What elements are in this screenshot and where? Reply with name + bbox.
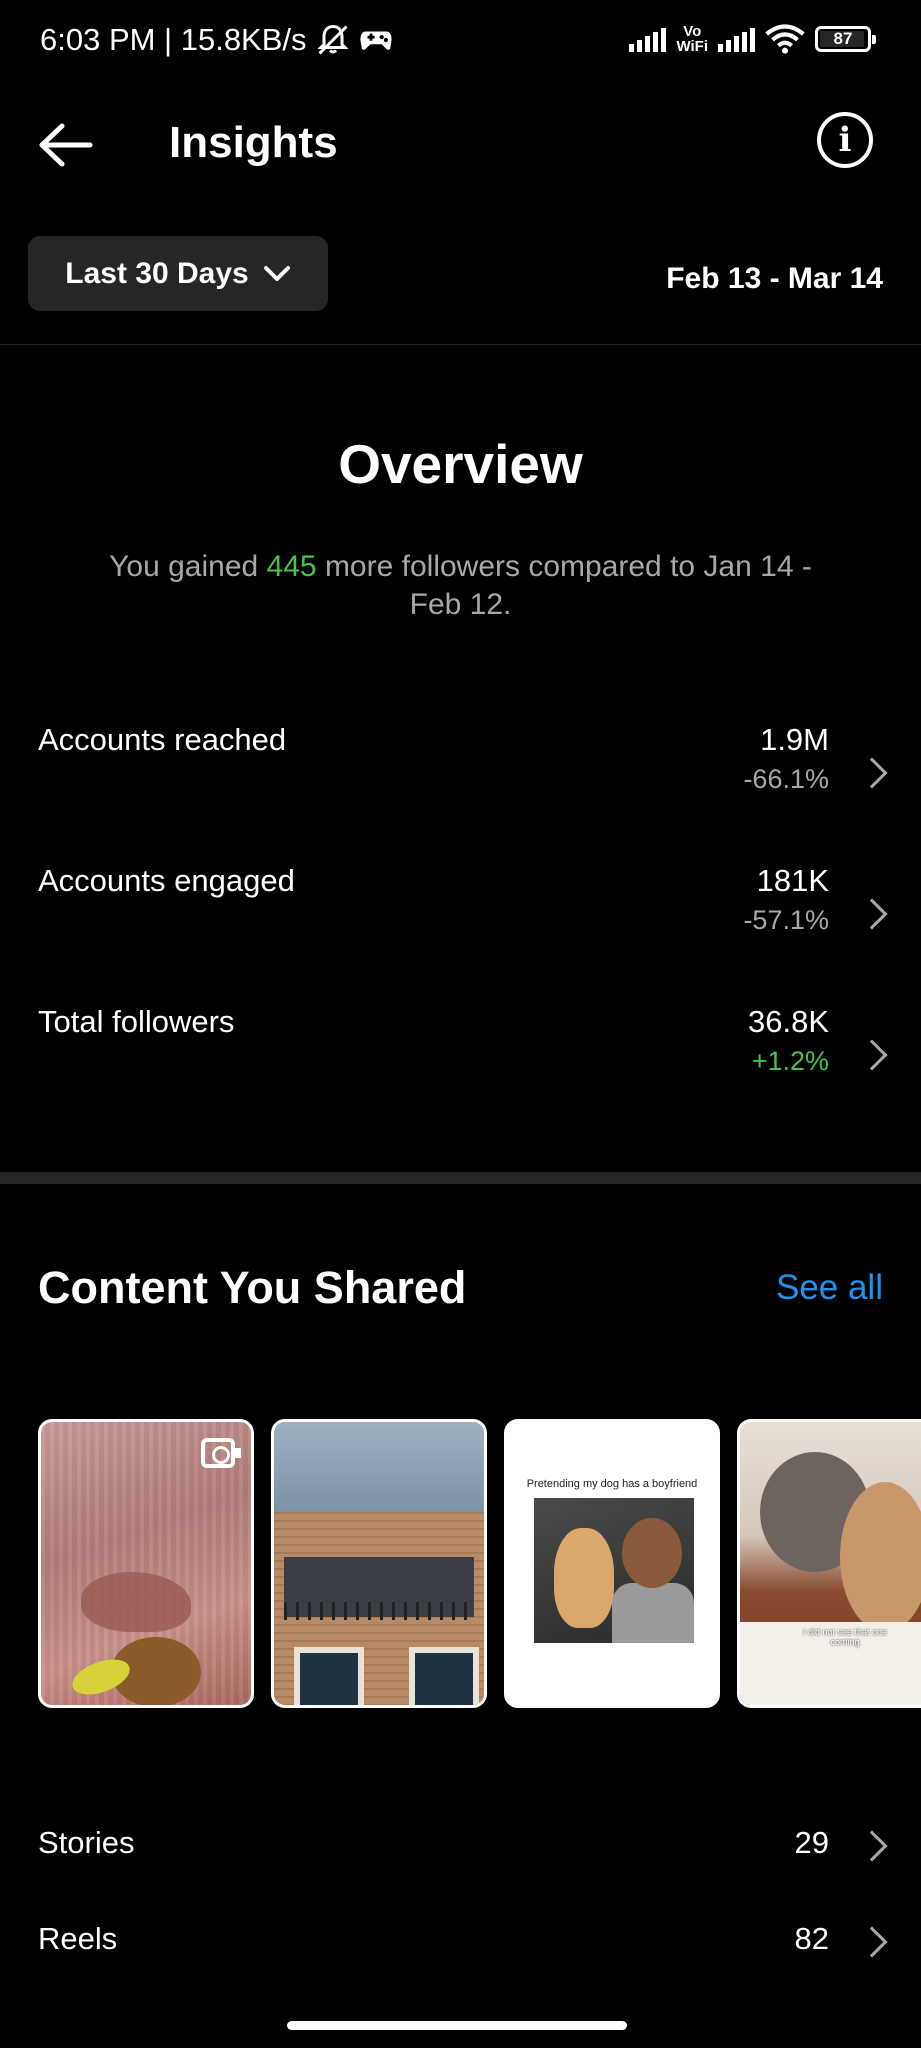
reel-icon (201, 1438, 241, 1468)
chevron-right-icon (856, 1926, 888, 1958)
page-title: Insights (169, 118, 338, 167)
date-range-dropdown-label: Last 30 Days (65, 256, 249, 290)
content-thumbnail[interactable] (271, 1419, 487, 1708)
metric-total-followers[interactable]: Total followers 36.8K +1.2% (0, 1004, 921, 1124)
status-right: Vo WiFi 87 (629, 23, 876, 55)
see-all-link[interactable]: See all (776, 1268, 883, 1308)
home-indicator[interactable] (287, 2021, 627, 2030)
metric-change: +1.2% (751, 1046, 829, 1076)
followers-gained: 445 (266, 550, 317, 583)
metric-accounts-reached[interactable]: Accounts reached 1.9M -66.1% (0, 722, 921, 842)
back-button[interactable] (36, 120, 96, 170)
status-left: 6:03 PM | 15.8KB/s (40, 22, 393, 58)
thumbnail-caption: Pretending my dog has a boyfriend (526, 1478, 698, 1490)
content-section-title: Content You Shared (38, 1262, 467, 1313)
header: Insights i (0, 100, 921, 190)
date-range-dropdown[interactable]: Last 30 Days (28, 236, 328, 311)
row-label: Reels (38, 1921, 118, 1956)
chevron-right-icon (856, 1039, 888, 1071)
divider (0, 344, 921, 345)
overview-summary: You gained 445 more followers compared t… (109, 550, 812, 621)
signal-icon-2 (718, 26, 755, 52)
wifi-icon (765, 24, 805, 54)
overview-title: Overview (338, 433, 583, 495)
time-speed: 6:03 PM | 15.8KB/s (40, 22, 307, 57)
chevron-right-icon (856, 1830, 888, 1862)
chevron-right-icon (856, 898, 888, 930)
metric-change: -57.1% (743, 905, 829, 935)
metric-change: -66.1% (743, 764, 829, 794)
game-controller-icon (359, 31, 392, 50)
vowifi-icon: Vo WiFi (676, 23, 708, 55)
metric-value: 1.9M (760, 722, 829, 757)
row-value: 29 (794, 1825, 829, 1860)
content-row-stories[interactable]: Stories 29 (0, 1825, 921, 1885)
content-thumbnail[interactable] (38, 1419, 254, 1708)
signal-icon (629, 26, 667, 52)
row-label: Stories (38, 1825, 135, 1860)
content-thumbnail[interactable]: I did not see that one coming (737, 1419, 921, 1708)
metric-label: Accounts reached (38, 722, 287, 757)
arrow-left-icon (39, 123, 93, 167)
metric-accounts-engaged[interactable]: Accounts engaged 181K -57.1% (0, 863, 921, 983)
bell-muted-icon (316, 24, 349, 55)
metric-value: 181K (756, 863, 829, 898)
metric-value: 36.8K (747, 1004, 829, 1039)
metric-label: Accounts engaged (38, 863, 295, 898)
content-thumbnail[interactable]: Pretending my dog has a boyfriend (504, 1419, 720, 1708)
content-row-reels[interactable]: Reels 82 (0, 1921, 921, 1981)
row-value: 82 (794, 1921, 829, 1956)
info-icon: i (838, 120, 852, 160)
status-bar: 6:03 PM | 15.8KB/s Vo WiFi 87 (0, 0, 921, 86)
date-range-text: Feb 13 - Mar 14 (666, 262, 883, 295)
chevron-down-icon (263, 265, 290, 281)
battery-icon: 87 (815, 26, 876, 52)
section-separator (0, 1172, 921, 1184)
chevron-right-icon (856, 757, 888, 789)
metric-label: Total followers (38, 1004, 235, 1039)
thumbnail-caption: I did not see that one coming (802, 1627, 888, 1647)
info-button[interactable]: i (817, 112, 873, 168)
